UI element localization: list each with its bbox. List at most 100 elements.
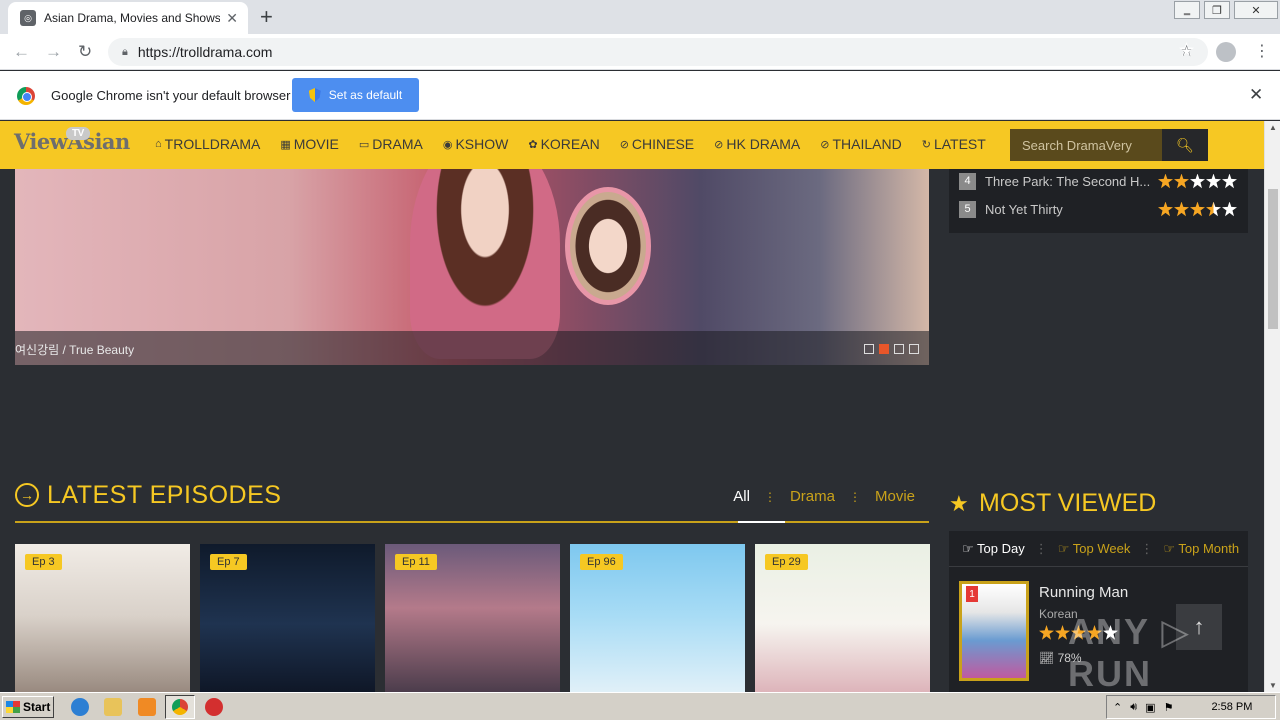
forward-icon[interactable]: →: [45, 42, 62, 62]
nav-label: MOVIE: [293, 136, 339, 152]
browser-menu-icon[interactable]: ⋮: [1254, 41, 1270, 61]
media-player-icon[interactable]: [138, 698, 156, 716]
taskbar-chrome-button[interactable]: [165, 695, 195, 719]
back-icon[interactable]: ←: [13, 42, 30, 62]
star-icon: [1222, 201, 1237, 217]
most-viewed-title: MOST VIEWED: [979, 489, 1157, 517]
site-favicon-icon: ◎: [20, 10, 36, 26]
nav-link-kshow[interactable]: ◉ KSHOW: [443, 136, 509, 152]
site-logo[interactable]: ViewAsian TV: [14, 127, 130, 154]
nav-icon: ⊘: [820, 138, 830, 151]
stop-icon[interactable]: [205, 698, 223, 716]
volume-icon[interactable]: 🔊︎: [1130, 701, 1137, 714]
reload-icon[interactable]: ↻: [78, 42, 92, 62]
episode-cards: Ep 3 Ep 7 Ep 11 Ep 96 Ep 29: [15, 544, 930, 692]
network-icon[interactable]: ▣: [1145, 701, 1155, 714]
hero-mirror-image: [565, 187, 651, 305]
set-as-default-label: Set as default: [328, 88, 403, 102]
system-tray: ⌃ 🔊︎ ▣ ⚑ 2:58 PM: [1106, 695, 1276, 719]
ranking-row[interactable]: 4 Three Park: The Second H...: [959, 171, 1239, 191]
show-poster[interactable]: 1: [959, 581, 1029, 681]
slider-dot[interactable]: [879, 344, 889, 354]
nav-link-trolldrama[interactable]: ⌂ TROLLDRAMA: [155, 136, 260, 152]
rank-title[interactable]: Not Yet Thirty: [985, 202, 1158, 217]
episode-card[interactable]: Ep 11: [385, 544, 560, 692]
rank-title[interactable]: Three Park: The Second H...: [985, 174, 1158, 189]
nav-link-drama[interactable]: ▭ DRAMA: [359, 136, 423, 152]
scrollbar-thumb[interactable]: [1268, 189, 1278, 329]
address-bar[interactable]: 🔒︎ https://trolldrama.com ☆: [108, 38, 1208, 66]
nav-icon: ↻: [921, 138, 931, 151]
scroll-down-icon[interactable]: ▼: [1269, 681, 1277, 690]
browser-tab[interactable]: ◎ Asian Drama, Movies and Shows Eng ✕: [8, 2, 248, 34]
search-input[interactable]: Search DramaVery: [1010, 129, 1162, 161]
tray-expand-icon[interactable]: ⌃: [1113, 701, 1122, 714]
nav-icon: ⊘: [619, 138, 629, 151]
logo-tv-badge: TV: [66, 127, 90, 140]
episode-card[interactable]: Ep 96: [570, 544, 745, 692]
nav-link-chinese[interactable]: ⊘ CHINESE: [620, 136, 694, 152]
tab-top-month-label: Top Month: [1178, 540, 1240, 556]
episode-card[interactable]: Ep 7: [200, 544, 375, 692]
new-tab-icon[interactable]: +: [260, 4, 273, 30]
episode-badge: Ep 29: [765, 554, 808, 570]
minimize-icon[interactable]: ‗: [1174, 1, 1200, 19]
hero-slider[interactable]: 여신강림 / True Beauty: [15, 169, 929, 365]
anyrun-watermark: ANY ▷ RUN: [1068, 611, 1192, 692]
slider-dots: [864, 344, 919, 354]
tab-separator: ⋮: [1140, 540, 1154, 556]
slider-dot[interactable]: [894, 344, 904, 354]
url-text[interactable]: https://trolldrama.com: [138, 44, 273, 60]
filter-movie[interactable]: Movie: [875, 488, 915, 505]
flag-icon[interactable]: ⚑: [1164, 701, 1174, 714]
star-icon: [1222, 173, 1237, 189]
tab-close-icon[interactable]: ✕: [226, 10, 238, 27]
nav-link-hk-drama[interactable]: ⊘ HK DRAMA: [714, 136, 800, 152]
nav-link-movie[interactable]: ▦ MOVIE: [280, 136, 339, 152]
browser-toolbar: ← → ↻ 🔒︎ https://trolldrama.com ☆ ⋮: [0, 34, 1280, 70]
most-viewed-tabs: ☞ Top Day ⋮ ☞ Top Week ⋮ ☞ Top Month: [949, 531, 1248, 567]
ranking-panel: 4 Three Park: The Second H... 5 Not Yet …: [949, 169, 1248, 233]
slider-dot[interactable]: [864, 344, 874, 354]
window-controls: ‗ ❐ ✕: [1172, 0, 1280, 20]
star-icon: [1158, 173, 1173, 189]
internet-explorer-icon[interactable]: [71, 698, 89, 716]
filter-all[interactable]: All: [733, 488, 750, 505]
episode-card[interactable]: Ep 29: [755, 544, 930, 692]
page-scrollbar[interactable]: ▲ ▼: [1264, 121, 1280, 692]
nav-link-korean[interactable]: ✿ KOREAN: [528, 136, 599, 152]
tab-top-month[interactable]: ☞ Top Month: [1163, 541, 1239, 557]
hero-caption[interactable]: 여신강림 / True Beauty: [15, 341, 134, 358]
star-icon: [1206, 201, 1221, 217]
sign-in-icon: →: [15, 483, 39, 507]
tab-top-week-label: Top Week: [1072, 540, 1131, 556]
file-explorer-icon[interactable]: [104, 698, 122, 716]
tab-top-day[interactable]: ☞ Top Day: [962, 541, 1025, 557]
nav-label: LATEST: [933, 136, 986, 152]
window-close-icon[interactable]: ✕: [1234, 1, 1278, 19]
set-as-default-button[interactable]: Set as default: [292, 78, 419, 112]
profile-avatar-icon[interactable]: [1216, 42, 1236, 62]
nav-link-latest[interactable]: ↻ LATEST: [922, 136, 986, 152]
lock-icon[interactable]: 🔒︎: [122, 46, 128, 59]
filter-drama[interactable]: Drama: [790, 488, 835, 505]
infobar-close-icon[interactable]: ✕: [1249, 85, 1263, 105]
filter-separator: ⋮: [848, 489, 861, 504]
slider-dot[interactable]: [909, 344, 919, 354]
start-button[interactable]: Start: [2, 696, 54, 718]
bookmark-star-icon[interactable]: ☆: [1179, 42, 1194, 57]
show-title[interactable]: Running Man: [1039, 584, 1128, 601]
nav-link-thailand[interactable]: ⊘ THAILAND: [820, 136, 901, 152]
star-icon: [1174, 173, 1189, 189]
restore-icon[interactable]: ❐: [1204, 1, 1230, 19]
scroll-up-icon[interactable]: ▲: [1269, 123, 1277, 132]
tab-top-week[interactable]: ☞ Top Week: [1058, 541, 1131, 557]
site-nav-links: ⌂ TROLLDRAMA ▦ MOVIE ▭ DRAMA ◉ KSHOW ✿ KOREAN ⊘ CHI…: [155, 136, 986, 152]
ranking-row[interactable]: 5 Not Yet Thirty: [959, 199, 1239, 219]
star-icon: [1190, 201, 1205, 217]
latest-filters: All ⋮ Drama ⋮ Movie: [733, 488, 915, 505]
episode-card[interactable]: Ep 3: [15, 544, 190, 692]
filter-separator: ⋮: [763, 489, 776, 504]
search-button[interactable]: 🔍︎: [1162, 129, 1208, 161]
chrome-icon: [172, 699, 188, 715]
